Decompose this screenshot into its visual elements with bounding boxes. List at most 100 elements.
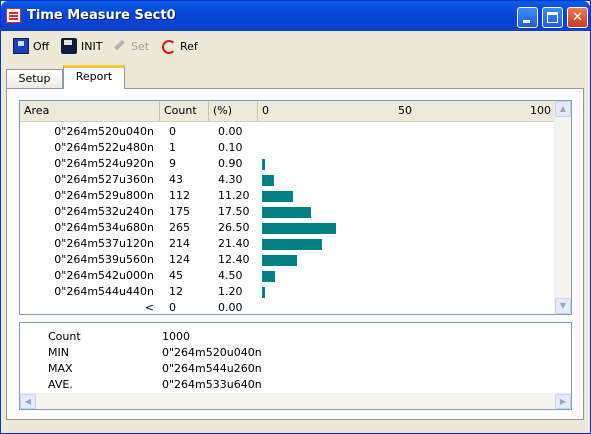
table-row[interactable]: 0"264m539u560n 124 12.40 [20,252,555,268]
count-cell: 214 [169,237,190,250]
ref-button[interactable]: Ref [160,37,198,55]
count-cell: 0 [169,301,176,314]
histogram-bar [262,159,265,170]
count-cell: 0 [169,125,176,138]
histogram-bar [262,175,274,186]
percent-cell: 4.50 [218,269,243,282]
area-cell: 0"264m524u920n [54,157,154,170]
table-row[interactable]: 0"264m537u120n 214 21.40 [20,236,555,252]
title-bar[interactable]: Time Measure Sect0 ✕ [1,1,590,31]
tab-report-label: Report [75,70,113,83]
area-cell: 0"264m532u240n [54,205,154,218]
table-row[interactable]: 0"264m520u040n 0 0.00 [20,124,555,140]
save-disk-icon [61,38,77,54]
area-cell: 0"264m520u040n [54,125,154,138]
column-header-area[interactable]: Area [20,101,160,121]
histogram-bar [262,271,275,282]
set-label: Set [131,39,150,53]
count-cell: 1 [169,141,176,154]
close-icon: ✕ [572,10,583,25]
area-cell: 0"264m527u360n [54,173,154,186]
histogram-bar [262,255,297,266]
tab-report[interactable]: Report [63,65,125,89]
count-cell: 45 [169,269,183,282]
summary-value: 1000 [162,330,190,343]
percent-cell: 17.50 [218,205,250,218]
tab-setup-label: Setup [18,72,51,85]
count-cell: 12 [169,285,183,298]
scroll-left-button[interactable]: ◀ [20,394,36,409]
summary-label: Count [48,330,81,343]
table-row[interactable]: 0"264m524u920n 9 0.90 [20,156,555,172]
scroll-up-button[interactable]: ▲ [555,101,571,117]
table-row[interactable]: 0"264m527u360n 43 4.30 [20,172,555,188]
column-header-pct[interactable]: (%) [209,101,258,121]
tab-setup[interactable]: Setup [6,69,63,88]
column-header-chart[interactable]: 0 50 100 [258,101,555,121]
summary-value: 0"264m544u260n [162,362,262,375]
vertical-scrollbar[interactable]: ▲ ▼ [554,101,571,314]
percent-cell: 4.30 [218,173,243,186]
horizontal-scrollbar[interactable]: ◀ ▶ [20,393,571,409]
summary-row-count: Count 1000 [20,329,571,345]
summary-label: MIN [48,346,69,359]
minimize-icon [523,20,530,23]
area-cell: 0"264m534u680n [54,221,154,234]
app-icon[interactable] [6,8,21,23]
histogram-bar [262,223,336,234]
off-label: Off [33,39,50,53]
arrow-left-icon: ◀ [24,397,32,406]
scroll-right-button[interactable]: ▶ [555,394,571,409]
toolbar: Off INIT Set Ref [1,32,590,60]
histogram-bar [262,191,293,202]
histogram-list[interactable]: Area Count (%) 0 50 100 0"264m520u040n 0 0… [19,100,572,315]
percent-cell: 26.50 [218,221,250,234]
count-cell: 43 [169,173,183,186]
summary-row-ave: AVE. 0"264m533u640n [20,377,571,393]
maximize-icon [547,12,558,23]
floppy-disk-icon [13,38,29,54]
scale-label-mid: 50 [398,104,412,117]
table-row[interactable]: 0"264m534u680n 265 26.50 [20,220,555,236]
percent-cell: 0.10 [218,141,243,154]
refresh-icon [160,38,176,54]
off-button[interactable]: Off [13,37,49,55]
table-row[interactable]: <0 0.00 [20,300,555,314]
maximize-button[interactable] [542,7,563,28]
count-cell: 175 [169,205,190,218]
table-row[interactable]: 0"264m532u240n 175 17.50 [20,204,555,220]
report-panel: Area Count (%) 0 50 100 0"264m520u040n 0 0… [6,88,584,420]
arrow-down-icon: ▼ [559,301,567,310]
summary-value: 0"264m533u640n [162,378,262,391]
column-header-count[interactable]: Count [160,101,209,121]
table-row[interactable]: 0"264m522u480n 1 0.10 [20,140,555,156]
application-window: Time Measure Sect0 ✕ Off INIT Set Ref Se… [0,0,591,434]
area-cell: 0"264m537u120n [54,237,154,250]
count-cell: 9 [169,157,176,170]
percent-cell: 0.00 [218,125,243,138]
minimize-button[interactable] [517,7,538,28]
ref-label: Ref [180,39,198,53]
count-cell: 124 [169,253,190,266]
area-cell: < [144,301,154,314]
area-cell: 0"264m542u000n [54,269,154,282]
set-button[interactable]: Set [111,37,149,55]
summary-value: 0"264m520u040n [162,346,262,359]
percent-cell: 12.40 [218,253,250,266]
scroll-down-button[interactable]: ▼ [555,298,571,314]
table-row[interactable]: 0"264m529u800n 112 11.20 [20,188,555,204]
summary-label: MAX [48,362,73,375]
histogram-bar [262,287,265,298]
table-row[interactable]: 0"264m542u000n 45 4.50 [20,268,555,284]
window-title: Time Measure Sect0 [27,8,176,23]
scale-label-max: 100 [530,104,551,117]
percent-cell: 11.20 [218,189,250,202]
init-button[interactable]: INIT [61,37,102,55]
summary-list[interactable]: Count 1000 MIN 0"264m520u040n MAX 0"264m… [19,322,572,410]
table-row[interactable]: 0"264m544u440n 12 1.20 [20,284,555,300]
close-button[interactable]: ✕ [567,7,588,28]
area-cell: 0"264m544u440n [54,285,154,298]
list-header: Area Count (%) 0 50 100 [20,101,555,122]
area-cell: 0"264m539u560n [54,253,154,266]
percent-cell: 0.00 [218,301,243,314]
